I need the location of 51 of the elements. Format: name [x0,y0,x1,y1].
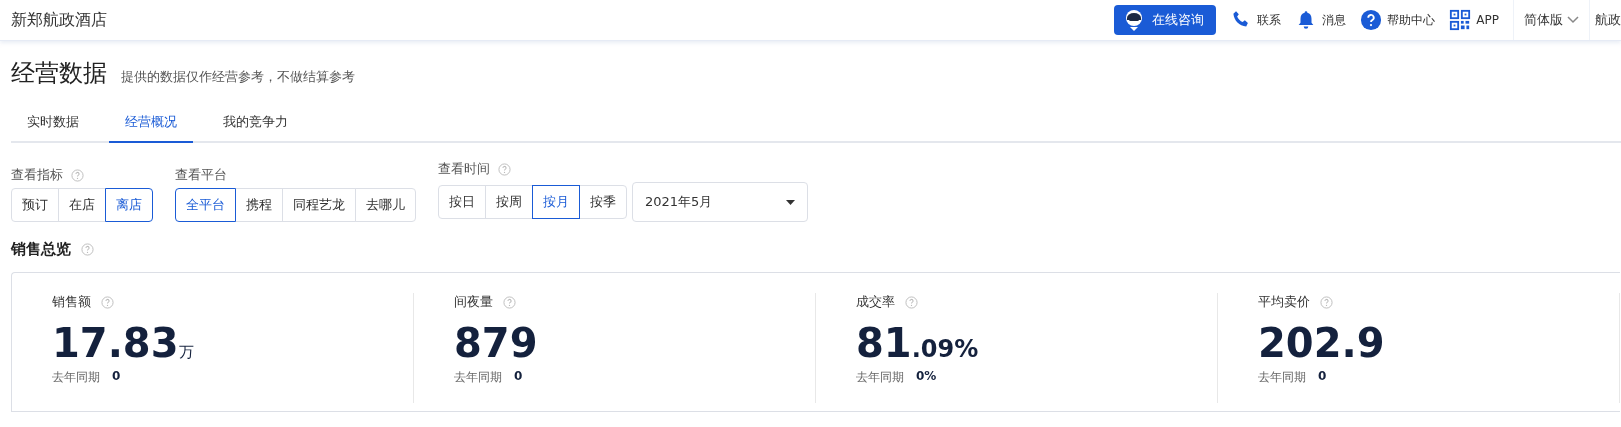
section-title: 销售总览 [11,240,71,259]
segment-option[interactable]: 携程 [235,188,283,222]
tab[interactable]: 经营概况 [109,105,193,143]
stat-decimal: .09% [911,335,979,363]
stat-label: 销售额 [52,293,91,311]
segment-option[interactable]: 预订 [11,188,59,222]
page-subtitle: 提供的数据仅作经营参考，不做结算参考 [121,68,355,86]
segment-option[interactable]: 全平台 [175,188,236,222]
stat-value: 202.9 [1258,321,1385,365]
segment-option[interactable]: 离店 [105,188,153,222]
segment-option[interactable]: 按季 [579,185,627,219]
consult-button[interactable]: 在线咨询 [1114,5,1217,35]
app-link[interactable]: APP [1449,9,1499,31]
compare-label: 去年同期 [1258,369,1306,386]
filter-label: 查看时间 [438,160,490,178]
help-center-link[interactable]: 帮助中心 [1360,9,1436,31]
month-dropdown[interactable]: 2021年5月 [632,182,808,222]
account-name[interactable]: 航政 [1589,0,1621,40]
caret-down-icon [786,199,795,205]
stat-unit: 万 [178,343,194,362]
stat-label: 间夜量 [454,293,493,311]
chevron-down-icon [1567,16,1579,24]
tab[interactable]: 实时数据 [11,105,95,143]
compare-value: 0% [916,369,937,385]
page-title: 经营数据 [11,58,107,89]
segment-option[interactable]: 按日 [438,185,486,219]
compare-value: 0 [112,369,121,385]
hotel-name: 新郑航政酒店 [11,9,107,31]
segment-option[interactable]: 在店 [58,188,106,222]
filter-label: 查看指标 [11,166,63,184]
compare-label: 去年同期 [52,369,100,386]
segment-option[interactable]: 按月 [532,185,580,219]
stat-label: 平均卖价 [1258,293,1310,311]
help-icon[interactable] [1360,9,1383,31]
compare-value: 0 [1318,369,1327,385]
segment-option[interactable]: 按周 [485,185,533,219]
stat-value: 81 [856,321,912,365]
filter-label: 查看平台 [175,166,227,184]
messages-link[interactable]: 消息 [1295,9,1347,31]
stat-value: 17.83 [52,321,179,365]
segment-option[interactable]: 同程艺龙 [282,188,356,222]
stat-label: 成交率 [856,293,895,311]
stat-value: 879 [454,321,538,365]
qr-code-icon[interactable] [1449,9,1472,31]
segment-option[interactable]: 去哪儿 [355,188,416,222]
tab[interactable]: 我的竞争力 [207,105,304,143]
compare-label: 去年同期 [454,369,502,386]
language-dropdown[interactable]: 简体版 [1513,0,1589,40]
compare-label: 去年同期 [856,369,904,386]
compare-value: 0 [514,369,523,385]
contact-link[interactable]: 联系 [1230,9,1282,31]
